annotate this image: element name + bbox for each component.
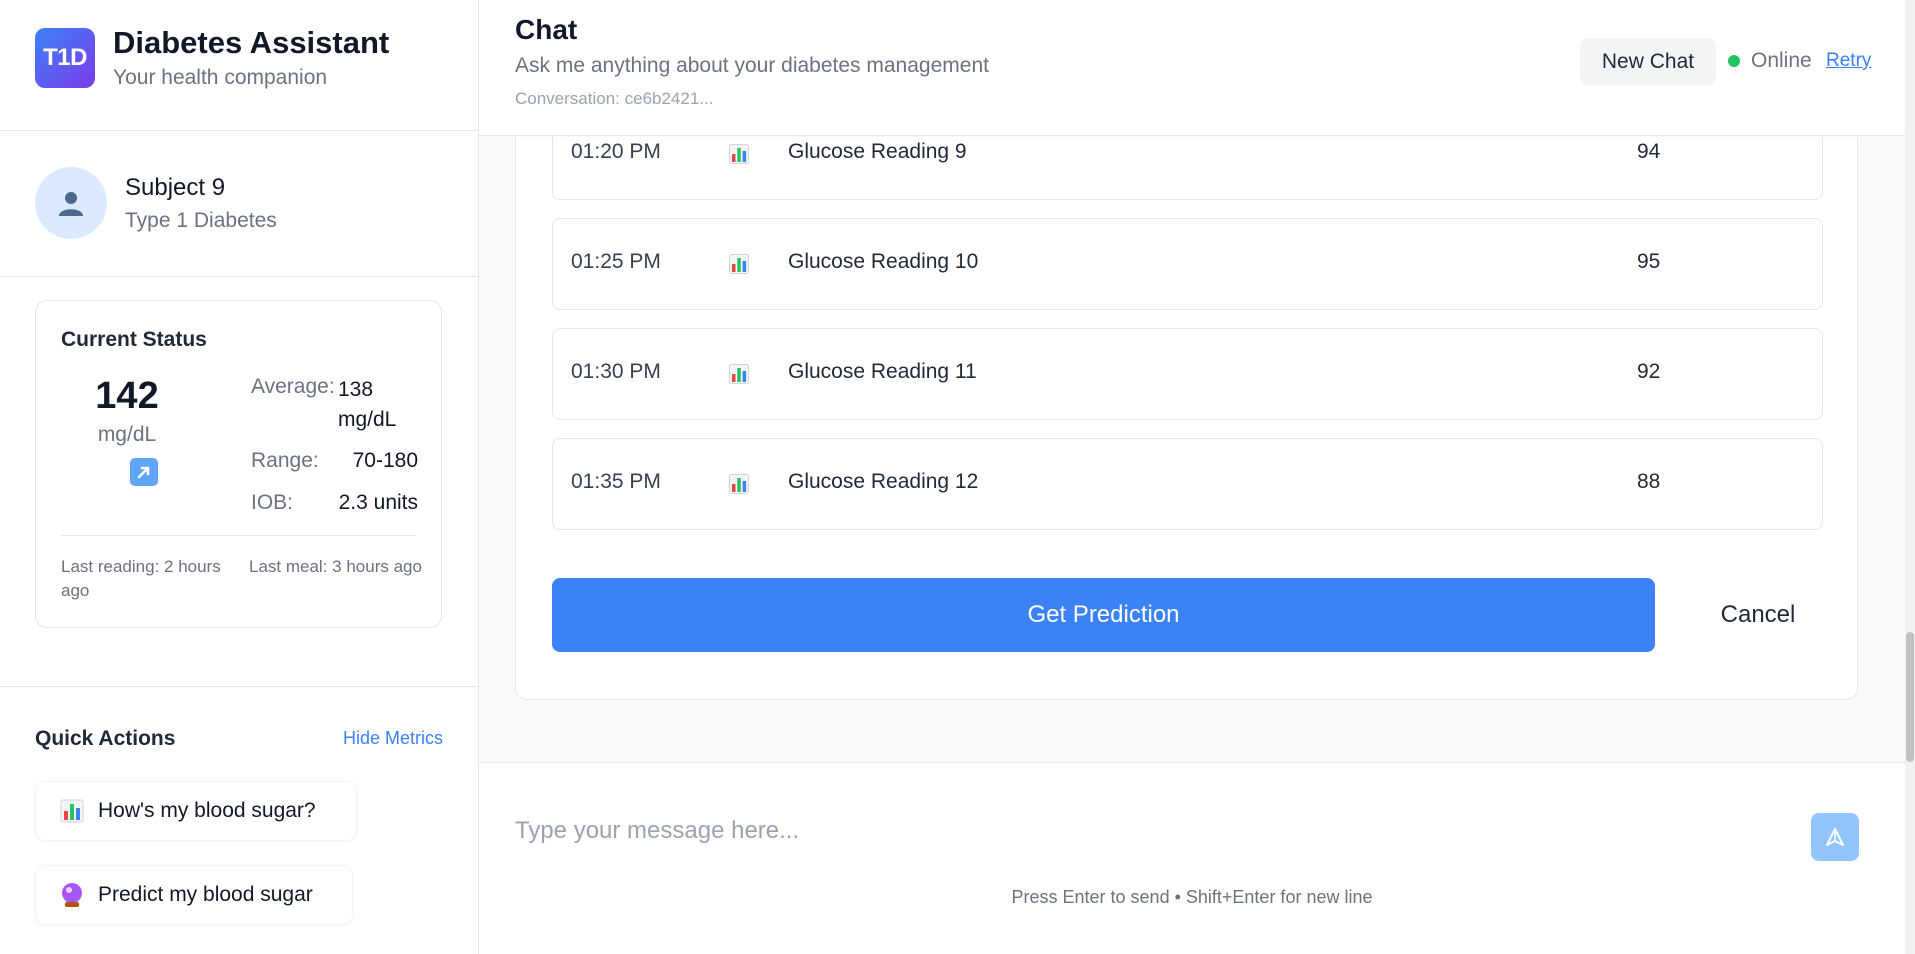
quick-action-blood-sugar[interactable]: How's my blood sugar? (35, 781, 357, 841)
chat-header: Chat Ask me anything about your diabetes… (479, 0, 1905, 136)
crystal-ball-icon (60, 882, 84, 908)
reading-row: 01:25 PM Glucose Reading 10 95 (552, 218, 1823, 310)
reading-time: 01:35 PM (571, 470, 661, 493)
quick-actions-title: Quick Actions (35, 727, 176, 750)
reading-value: 88 (1637, 470, 1661, 493)
online-status-label: Online (1751, 49, 1812, 72)
glucose-unit: mg/dL (97, 423, 157, 446)
reading-name: Glucose Reading 10 (788, 250, 979, 273)
reading-time: 01:25 PM (571, 250, 661, 273)
app-logo: T1D (35, 28, 95, 88)
scrollbar-thumb[interactable] (1906, 632, 1914, 762)
range-label: Range: (251, 449, 319, 472)
average-value: 138 mg/dL (338, 378, 397, 431)
app-title: Diabetes Assistant (113, 25, 390, 60)
bar-chart-icon (729, 474, 749, 499)
hide-metrics-link[interactable]: Hide Metrics (343, 728, 443, 749)
message-list[interactable]: 01:20 PM Glucose Reading 9 94 01:25 PM G… (479, 137, 1905, 762)
user-icon (59, 192, 83, 216)
composer-hint: Press Enter to send • Shift+Enter for ne… (1011, 887, 1373, 907)
brand-header: T1D Diabetes Assistant Your health compa… (0, 0, 478, 131)
reading-value: 92 (1637, 360, 1661, 383)
last-meal-note: Last meal: 3 hours ago (249, 557, 422, 576)
divider (0, 686, 478, 687)
scrollbar[interactable] (1905, 0, 1915, 954)
range-value: 70-180 (352, 449, 418, 472)
online-status-dot (1728, 55, 1740, 67)
reading-name: Glucose Reading 9 (788, 140, 967, 163)
new-chat-button[interactable]: New Chat (1580, 38, 1716, 85)
quick-action-label: Predict my blood sugar (98, 883, 313, 906)
quick-action-predict[interactable]: Predict my blood sugar (35, 865, 353, 925)
retry-link[interactable]: Retry (1826, 50, 1871, 72)
reading-row: 01:35 PM Glucose Reading 12 88 (552, 438, 1823, 530)
profile-name: Subject 9 (125, 174, 226, 201)
conversation-id: Conversation: ce6b2421... (515, 89, 714, 108)
glucose-value: 142 (95, 375, 159, 417)
chat-subtitle: Ask me anything about your diabetes mana… (515, 54, 989, 77)
iob-value: 2.3 units (338, 491, 418, 514)
average-label: Average: (251, 375, 335, 398)
message-composer: Press Enter to send • Shift+Enter for ne… (479, 762, 1905, 954)
app-subtitle: Your health companion (113, 66, 328, 89)
quick-action-label: How's my blood sugar? (98, 799, 316, 822)
reading-value: 95 (1637, 250, 1661, 273)
card-divider (61, 535, 416, 536)
chat-title: Chat (515, 14, 578, 45)
reading-time: 01:20 PM (571, 140, 661, 163)
profile-type: Type 1 Diabetes (125, 209, 277, 232)
send-button[interactable] (1811, 813, 1859, 861)
sidebar: T1D Diabetes Assistant Your health compa… (0, 0, 479, 954)
cancel-button[interactable]: Cancel (1678, 578, 1838, 652)
reading-name: Glucose Reading 12 (788, 470, 979, 493)
status-title: Current Status (61, 328, 207, 351)
bar-chart-icon (729, 254, 749, 279)
reading-time: 01:30 PM (571, 360, 661, 383)
profile-section: Subject 9 Type 1 Diabetes (0, 131, 478, 277)
bar-chart-icon (60, 799, 84, 823)
current-status-card: Current Status 142 mg/dL Average: 138 mg… (35, 300, 442, 628)
last-reading-note: Last reading: 2 hours ago (61, 557, 221, 600)
bar-chart-icon (729, 144, 749, 169)
reading-row: 01:20 PM Glucose Reading 9 94 (552, 137, 1823, 200)
reading-value: 94 (1637, 140, 1661, 163)
prediction-panel: 01:20 PM Glucose Reading 9 94 01:25 PM G… (515, 137, 1858, 700)
avatar (35, 167, 107, 239)
iob-label: IOB: (251, 491, 294, 514)
message-input[interactable] (515, 809, 1815, 853)
get-prediction-button[interactable]: Get Prediction (552, 578, 1655, 652)
arrow-up-right-icon (130, 458, 158, 486)
send-icon (1826, 828, 1844, 846)
reading-name: Glucose Reading 11 (788, 360, 977, 383)
reading-row: 01:30 PM Glucose Reading 11 92 (552, 328, 1823, 420)
chat-main: Chat Ask me anything about your diabetes… (479, 0, 1915, 954)
bar-chart-icon (729, 364, 749, 389)
